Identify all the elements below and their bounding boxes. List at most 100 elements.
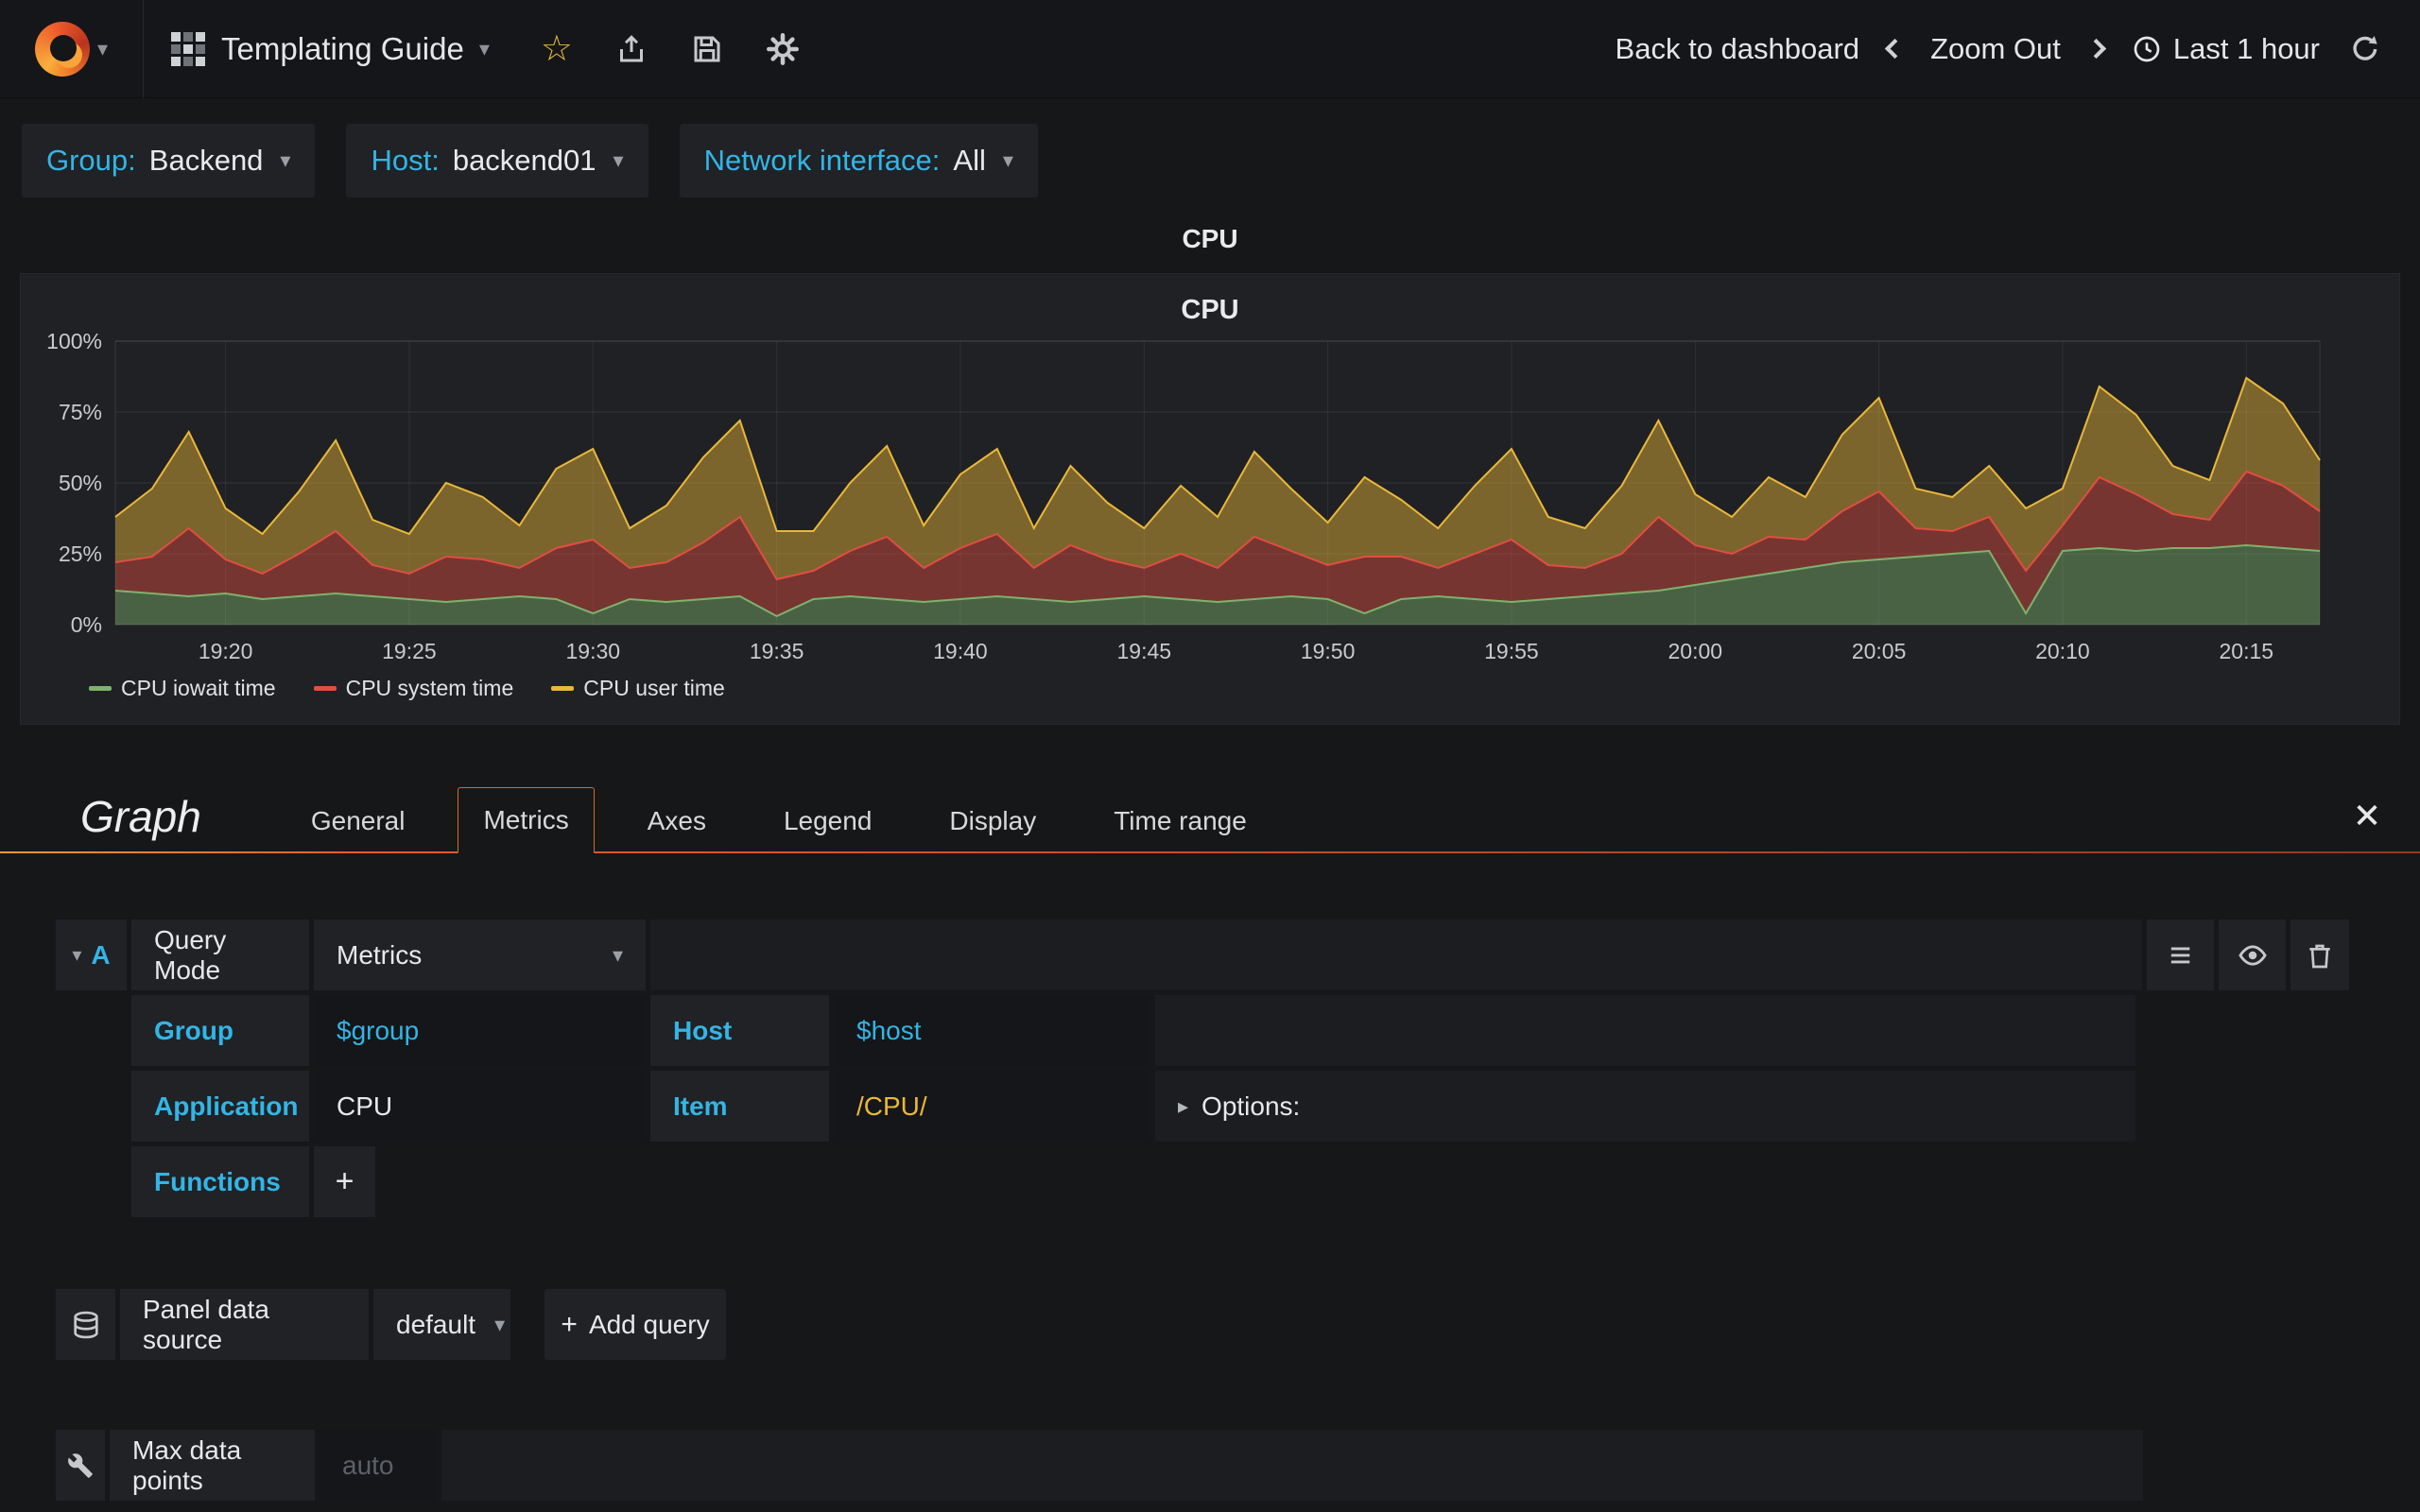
tab-legend[interactable]: Legend	[759, 789, 896, 853]
query-menu-button[interactable]: ≡	[2147, 919, 2214, 990]
svg-text:19:30: 19:30	[565, 639, 620, 663]
plus-icon: +	[561, 1308, 578, 1340]
tab-display[interactable]: Display	[925, 789, 1061, 853]
max-data-points-field[interactable]	[320, 1430, 437, 1501]
svg-text:19:20: 19:20	[199, 639, 253, 663]
svg-text:20:15: 20:15	[2219, 639, 2273, 663]
svg-text:20:05: 20:05	[1852, 639, 1907, 663]
time-range-picker[interactable]: Last 1 hour	[2132, 32, 2320, 66]
datasource-row: Panel data source default ▾ + Add query	[56, 1289, 2420, 1360]
template-variables-row: Group: Backend ▾ Host: backend01 ▾ Netwo…	[0, 98, 2420, 198]
trash-icon	[2309, 944, 2330, 968]
datasource-icon-cell	[56, 1289, 115, 1360]
query-row-spacer	[1155, 995, 2135, 1066]
svg-text:19:40: 19:40	[933, 639, 988, 663]
hamburger-icon: ≡	[2169, 934, 2192, 976]
dashboard-grid-icon	[171, 31, 205, 66]
application-field-label: Application	[131, 1071, 309, 1142]
cpu-graph[interactable]: 0% 25% 50% 75% 100% 19:20 19:25 19:30 19:35 19:40…	[21, 332, 2397, 674]
tab-axes[interactable]: Axes	[623, 789, 731, 853]
chevron-down-icon: ▾	[1002, 148, 1013, 172]
chevron-down-icon: ▾	[72, 945, 82, 966]
eye-icon	[2238, 944, 2267, 966]
settings-button[interactable]	[766, 32, 800, 66]
datasource-label: Panel data source	[120, 1289, 369, 1360]
caret-right-icon: ▸	[1178, 1093, 1189, 1118]
chevron-down-icon: ▾	[478, 36, 490, 60]
zoom-out-button[interactable]: Zoom Out	[1930, 32, 2061, 66]
time-shift-back-button[interactable]	[1884, 38, 1906, 60]
query-editor: ▾ A Query Mode Metrics ▾ ≡ Group $group	[0, 919, 2420, 1501]
max-data-points-input[interactable]	[342, 1450, 414, 1481]
options-label: Options:	[1201, 1091, 1301, 1121]
legend-item[interactable]: CPU system time	[313, 676, 514, 701]
time-range-label: Last 1 hour	[2172, 31, 2320, 65]
legend-label: CPU iowait time	[121, 676, 276, 700]
svg-text:75%: 75%	[59, 400, 102, 424]
close-icon	[2357, 804, 2377, 826]
dashboard-picker[interactable]: Templating Guide ▾	[144, 0, 516, 98]
svg-text:19:55: 19:55	[1484, 639, 1539, 663]
svg-text:20:00: 20:00	[1668, 639, 1722, 663]
item-field[interactable]: /CPU/	[834, 1071, 1150, 1142]
close-editor-button[interactable]	[2354, 802, 2380, 832]
tab-general[interactable]: General	[286, 789, 430, 853]
variable-group[interactable]: Group: Backend ▾	[22, 124, 316, 198]
variable-value: All	[953, 144, 986, 177]
max-data-points-label: Max data points	[110, 1430, 315, 1501]
share-button[interactable]	[614, 32, 648, 66]
tab-time-range[interactable]: Time range	[1089, 789, 1271, 853]
save-button[interactable]	[690, 32, 724, 66]
refresh-button[interactable]	[2348, 33, 2380, 65]
navbar: ▾ Templating Guide ▾ ☆ Back to dashboard…	[0, 0, 2420, 98]
legend-item[interactable]: CPU iowait time	[89, 676, 276, 701]
group-field[interactable]: $group	[314, 995, 646, 1066]
share-icon	[619, 34, 643, 61]
legend-label: CPU system time	[345, 676, 514, 700]
variable-value: backend01	[452, 144, 596, 177]
variable-host[interactable]: Host: backend01 ▾	[346, 124, 648, 198]
host-field[interactable]: $host	[834, 995, 1150, 1066]
query-delete-button[interactable]	[2290, 919, 2349, 990]
svg-text:19:50: 19:50	[1301, 639, 1356, 663]
grafana-logo-button[interactable]: ▾	[0, 0, 144, 98]
add-query-button[interactable]: + Add query	[544, 1289, 726, 1360]
star-button[interactable]: ☆	[541, 31, 573, 67]
application-field[interactable]: CPU	[314, 1071, 646, 1142]
query-collapse-toggle[interactable]: ▾ A	[56, 919, 127, 990]
item-field-label: Item	[650, 1071, 829, 1142]
navbar-actions: ☆	[541, 31, 800, 67]
application-field-value: CPU	[337, 1091, 393, 1121]
legend-color-swatch	[89, 686, 112, 691]
options-toggle[interactable]: ▸ Options:	[1155, 1071, 2135, 1142]
gear-icon	[767, 32, 799, 65]
back-to-dashboard-button[interactable]: Back to dashboard	[1616, 32, 1860, 66]
tab-metrics[interactable]: Metrics	[458, 787, 595, 853]
item-field-value: /CPU/	[856, 1091, 927, 1121]
query-row-spacer	[650, 919, 2142, 990]
dashboard-title: Templating Guide	[221, 30, 464, 66]
add-function-button[interactable]: +	[314, 1146, 375, 1217]
star-icon: ☆	[540, 28, 573, 69]
navbar-right: Back to dashboard Zoom Out Last 1 hour	[1616, 32, 2420, 66]
datasource-value: default	[396, 1309, 476, 1339]
graph-panel: CPU 0% 25% 50% 75% 100% 19:20 19:25 19:30 19:35 1…	[20, 273, 2400, 725]
functions-label: Functions	[131, 1146, 309, 1217]
legend-item[interactable]: CPU user time	[551, 676, 725, 701]
query-mode-select[interactable]: Metrics ▾	[314, 919, 646, 990]
legend-color-swatch	[313, 686, 337, 691]
chevron-down-icon: ▾	[280, 148, 291, 172]
host-field-label: Host	[650, 995, 829, 1066]
chevron-down-icon: ▾	[613, 148, 624, 172]
svg-text:25%: 25%	[59, 541, 102, 566]
panel-title[interactable]: CPU	[0, 224, 2420, 254]
add-query-label: Add query	[588, 1309, 710, 1339]
query-visibility-button[interactable]	[2219, 919, 2286, 990]
datasource-select[interactable]: default ▾	[373, 1289, 510, 1360]
chevron-down-icon: ▾	[494, 1312, 506, 1336]
variable-network-interface[interactable]: Network interface: All ▾	[679, 124, 1038, 198]
time-shift-forward-button[interactable]	[2085, 38, 2106, 60]
refresh-icon	[2353, 35, 2377, 60]
query-mode-label: Query Mode	[131, 919, 309, 990]
chart-title: CPU	[1181, 295, 1239, 325]
